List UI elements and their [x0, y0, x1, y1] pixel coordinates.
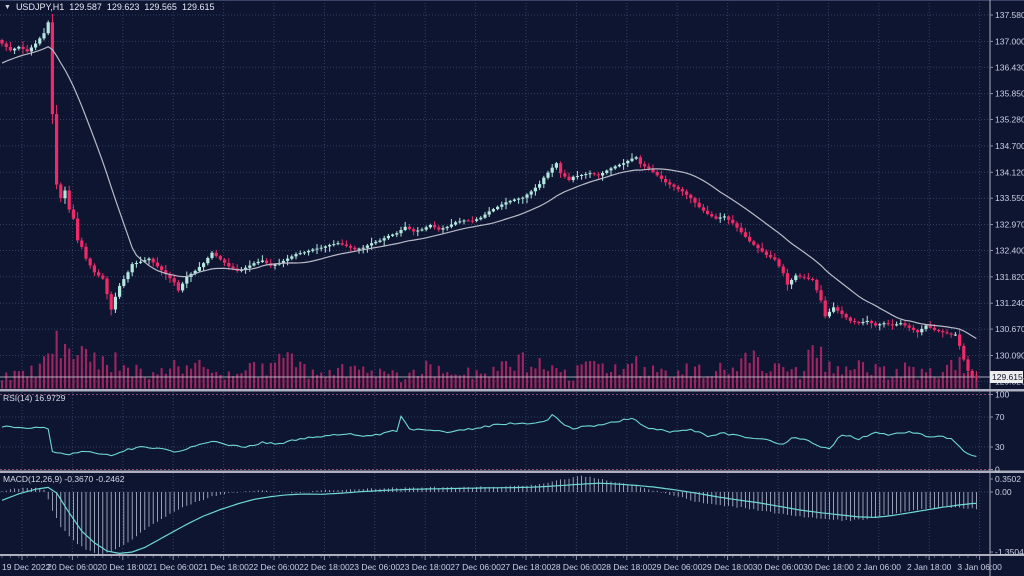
ohlc-low-value: 129.565: [144, 2, 177, 13]
svg-text:20 Dec 06:00: 20 Dec 06:00: [47, 562, 98, 572]
ohlc-high-value: 129.623: [107, 2, 140, 13]
svg-text:0: 0: [995, 465, 1000, 475]
svg-text:27 Dec 18:00: 27 Dec 18:00: [501, 562, 552, 572]
svg-text:22 Dec 18:00: 22 Dec 18:00: [299, 562, 350, 572]
svg-text:2 Jan 06:00: 2 Jan 06:00: [857, 562, 902, 572]
svg-text:137.000: 137.000: [995, 36, 1024, 46]
svg-text:-1.3504: -1.3504: [995, 547, 1024, 557]
svg-text:30 Dec 18:00: 30 Dec 18:00: [803, 562, 854, 572]
svg-text:30 Dec 06:00: 30 Dec 06:00: [753, 562, 804, 572]
svg-text:135.850: 135.850: [995, 89, 1024, 99]
svg-text:134.120: 134.120: [995, 167, 1024, 177]
svg-text:19 Dec 2022: 19 Dec 2022: [2, 562, 50, 572]
svg-text:0.3502: 0.3502: [995, 474, 1021, 484]
svg-text:132.970: 132.970: [995, 220, 1024, 230]
svg-text:29 Dec 06:00: 29 Dec 06:00: [652, 562, 703, 572]
svg-text:131.240: 131.240: [995, 298, 1024, 308]
chart-title-bar: ▼ USDJPY,H1 129.587 129.623 129.565 129.…: [4, 2, 214, 13]
svg-text:132.400: 132.400: [995, 246, 1024, 256]
current-price-tag: 129.615: [990, 371, 1023, 383]
svg-text:23 Dec 06:00: 23 Dec 06:00: [350, 562, 401, 572]
svg-text:21 Dec 18:00: 21 Dec 18:00: [198, 562, 249, 572]
svg-text:28 Dec 06:00: 28 Dec 06:00: [551, 562, 602, 572]
svg-text:133.550: 133.550: [995, 193, 1024, 203]
svg-text:21 Dec 06:00: 21 Dec 06:00: [148, 562, 199, 572]
svg-text:29 Dec 18:00: 29 Dec 18:00: [702, 562, 753, 572]
svg-text:28 Dec 18:00: 28 Dec 18:00: [602, 562, 653, 572]
svg-text:137.580: 137.580: [995, 10, 1024, 20]
macd-indicator-label: MACD(12,26,9) -0.3670 -0.2462: [3, 474, 124, 485]
svg-text:2 Jan 18:00: 2 Jan 18:00: [907, 562, 952, 572]
svg-text:136.430: 136.430: [995, 62, 1024, 72]
svg-text:134.700: 134.700: [995, 141, 1024, 151]
symbol-timeframe-label: USDJPY,H1: [16, 2, 64, 13]
ohlc-open-value: 129.587: [69, 2, 102, 13]
svg-text:130.670: 130.670: [995, 324, 1024, 334]
rsi-indicator-label: RSI(14) 16.9729: [3, 393, 65, 404]
symbol-dropdown-icon[interactable]: ▼: [4, 2, 11, 13]
svg-text:30: 30: [995, 442, 1005, 452]
svg-text:3 Jan 06:00: 3 Jan 06:00: [957, 562, 1002, 572]
chart-canvas[interactable]: 137.580 137.000 136.430 135.850 135.280 134.7…: [0, 0, 1024, 576]
svg-text:22 Dec 06:00: 22 Dec 06:00: [249, 562, 300, 572]
svg-text:70: 70: [995, 412, 1005, 422]
svg-text:23 Dec 18:00: 23 Dec 18:00: [400, 562, 451, 572]
svg-text:100: 100: [995, 390, 1009, 400]
svg-text:135.280: 135.280: [995, 115, 1024, 125]
trading-chart-window: 137.580 137.000 136.430 135.850 135.280 134.7…: [0, 0, 1024, 576]
ohlc-close-value: 129.615: [182, 2, 215, 13]
svg-text:20 Dec 18:00: 20 Dec 18:00: [98, 562, 149, 572]
svg-text:130.090: 130.090: [995, 351, 1024, 361]
svg-text:27 Dec 06:00: 27 Dec 06:00: [450, 562, 501, 572]
svg-text:0.00: 0.00: [995, 487, 1012, 497]
svg-text:131.820: 131.820: [995, 272, 1024, 282]
